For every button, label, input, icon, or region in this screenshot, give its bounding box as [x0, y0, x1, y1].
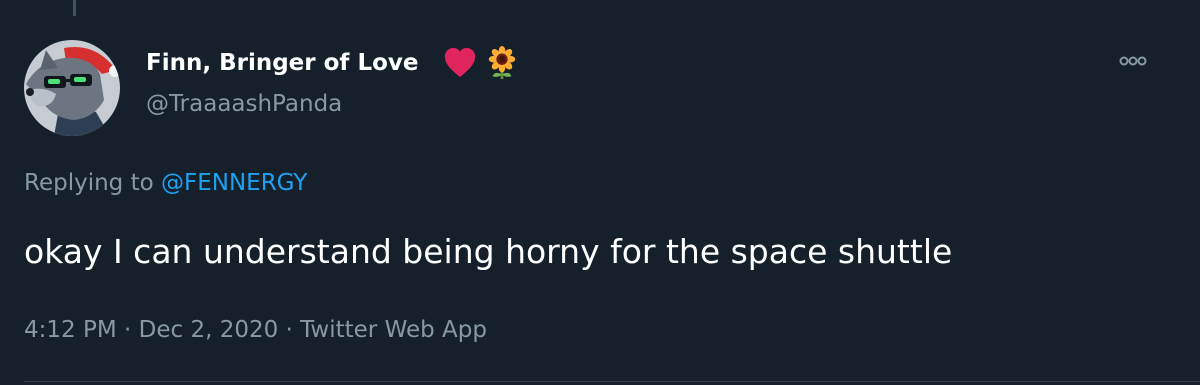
meta-separator: ·	[116, 317, 139, 343]
meta-separator: ·	[278, 317, 301, 343]
tweet: Finn, Bringer of Love @TraaaashPanda Rep…	[0, 0, 1200, 385]
sunflower-emoji-icon	[488, 46, 516, 80]
tweet-text: okay I can understand being horny for th…	[24, 232, 953, 271]
author-handle[interactable]: @TraaaashPanda	[146, 86, 342, 122]
reply-to-handle-link[interactable]: @FENNERGY	[161, 170, 307, 196]
tweet-meta: 4:12 PM · Dec 2, 2020 · Twitter Web App	[24, 312, 487, 348]
tweet-time[interactable]: 4:12 PM	[24, 317, 117, 343]
avatar[interactable]	[24, 40, 120, 136]
heart-emoji-icon	[444, 47, 476, 78]
tweet-date[interactable]: Dec 2, 2020	[139, 317, 279, 343]
replying-to-label: Replying to	[24, 170, 161, 196]
wolf-avatar-icon	[24, 40, 120, 136]
thread-connector-line	[73, 0, 76, 16]
divider	[24, 381, 1200, 382]
author-display-name[interactable]: Finn, Bringer of Love	[146, 43, 419, 83]
reply-context: Replying to @FENNERGY	[24, 165, 307, 201]
tweet-source-link[interactable]: Twitter Web App	[300, 317, 487, 343]
more-options-icon[interactable]	[1113, 44, 1153, 78]
